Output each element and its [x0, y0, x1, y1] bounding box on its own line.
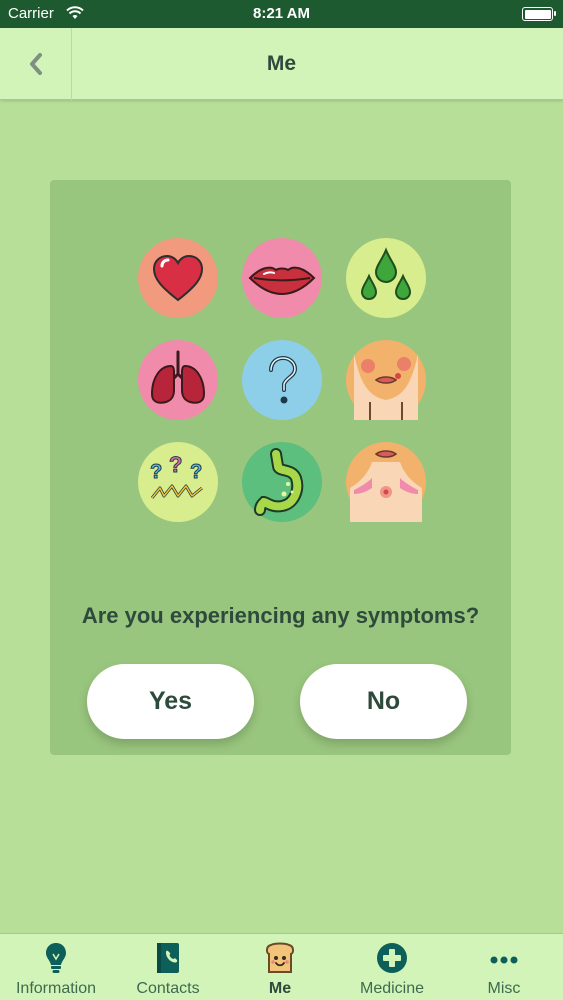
- battery-icon: [522, 7, 556, 21]
- neck-rash-icon: [346, 442, 426, 522]
- drops-icon: [346, 238, 426, 318]
- lips-icon: [242, 238, 322, 318]
- stomach-icon: [242, 442, 322, 522]
- status-bar: Carrier 8:21 AM: [0, 0, 563, 28]
- tab-label: Contacts: [136, 980, 200, 997]
- more-dots-icon: [448, 942, 560, 974]
- confusion-icon: ???: [138, 442, 218, 522]
- tab-label: Medicine: [359, 980, 425, 997]
- nav-bar: Me: [0, 28, 563, 100]
- back-button[interactable]: [0, 28, 72, 100]
- tab-misc[interactable]: Misc: [448, 934, 560, 1000]
- yes-button[interactable]: Yes: [87, 664, 254, 739]
- heart-icon: [138, 238, 218, 318]
- svg-text:?: ?: [169, 452, 182, 477]
- page-title: Me: [266, 52, 297, 75]
- tab-contacts[interactable]: Contacts: [112, 934, 224, 1000]
- svg-text:?: ?: [190, 461, 202, 483]
- tab-medicine[interactable]: Medicine: [336, 934, 448, 1000]
- medical-cross-icon: [336, 942, 448, 974]
- face-rash-icon: [346, 340, 426, 420]
- lungs-icon: [138, 340, 218, 420]
- no-button[interactable]: No: [300, 664, 467, 739]
- symptom-question: Are you experiencing any symptoms?: [81, 603, 480, 628]
- toast-face-icon: [224, 942, 336, 974]
- tab-bar: Information Contacts Me Medicine Misc: [0, 933, 563, 1000]
- question-mark-icon: [242, 340, 322, 420]
- tab-me[interactable]: Me: [224, 934, 336, 1000]
- lightbulb-icon: [0, 942, 112, 974]
- tab-label: Me: [268, 980, 292, 997]
- symptom-card: ??? Are you experiencing any symptoms? Y…: [50, 180, 511, 755]
- contacts-book-icon: [112, 942, 224, 974]
- svg-text:?: ?: [150, 461, 162, 483]
- tab-label: Misc: [487, 980, 521, 997]
- tab-information[interactable]: Information: [0, 934, 112, 1000]
- chevron-left-icon: [29, 53, 42, 75]
- tab-label: Information: [15, 980, 97, 997]
- clock-label: 8:21 AM: [253, 5, 310, 22]
